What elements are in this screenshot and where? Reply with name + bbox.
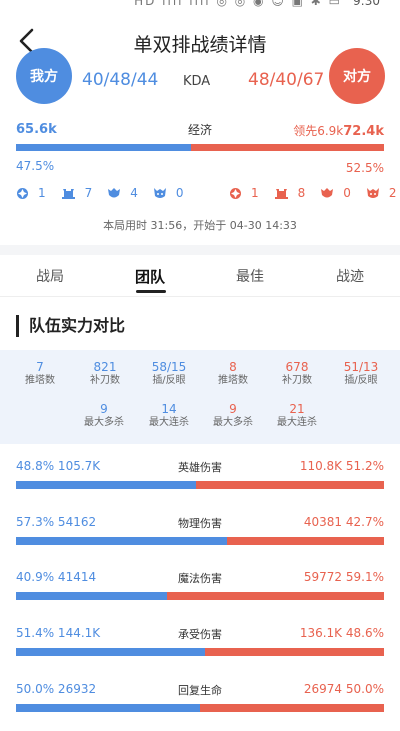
- objective-item: 0: [320, 186, 351, 200]
- our-objectives: 1 7 4 0: [16, 184, 199, 202]
- comparison-theirs: 136.1K 48.6%: [299, 626, 384, 640]
- comparison-bar-ours: [16, 648, 206, 656]
- tab-best[interactable]: 最佳: [200, 266, 300, 286]
- tab-team[interactable]: 团队: [100, 266, 200, 287]
- their-economy-pct: 52.5%: [345, 161, 384, 175]
- their-kda: 48/40/67: [248, 70, 325, 90]
- dragon-icon: [108, 187, 121, 197]
- comparison-bar: [16, 592, 384, 600]
- objective-item: 1: [229, 186, 259, 200]
- tyrant-icon: [17, 187, 28, 199]
- comparison-theirs: 59772 59.1%: [303, 570, 384, 584]
- tab-record[interactable]: 战迹: [300, 266, 400, 286]
- team-stats-grid: 7 推塔数 821 补刀数 58/15 插/反眼 8 推塔数 678 补刀数 51/13 插…: [0, 350, 400, 444]
- their-economy: 领先6.9k72.4k: [293, 122, 384, 139]
- comparison-bar-ours: [16, 592, 167, 600]
- comparison-theirs: 40381 42.7%: [303, 515, 384, 529]
- objective-item: 7: [61, 186, 92, 200]
- match-duration: 本局用时 31:56，开始于 04-30 14:33: [103, 219, 297, 232]
- tower-icon: [274, 188, 288, 199]
- comparison-bar-theirs: [226, 537, 384, 545]
- comparison-bar-theirs: [205, 648, 384, 656]
- economy-bar: [16, 144, 384, 151]
- comparison-bar: [16, 704, 384, 712]
- section-title: 队伍实力对比: [16, 315, 125, 337]
- stat-item: 821 补刀数: [90, 360, 120, 386]
- economy-bar-ours: [16, 144, 191, 151]
- kda-header: 我方 40/48/44 KDA 48/40/67 对方: [0, 48, 400, 104]
- tyrant-icon: [230, 187, 241, 199]
- our-economy: 65.6k: [16, 122, 57, 137]
- stat-item: 14 最大连杀: [149, 402, 189, 428]
- tower-icon: [61, 188, 75, 199]
- comparison-bar: [16, 648, 384, 656]
- active-tab-indicator: [136, 290, 166, 293]
- stat-item: 21 最大连杀: [277, 402, 317, 428]
- comparison-theirs: 110.8K 51.2%: [299, 459, 384, 473]
- stat-item: 9 最大多杀: [213, 402, 253, 428]
- their-economy-value: 72.4k: [343, 124, 384, 139]
- comparison-bar: [16, 481, 384, 489]
- stat-item: 58/15 插/反眼: [151, 360, 187, 386]
- comparison-bar-ours: [16, 704, 200, 712]
- economy-label: 经济: [188, 123, 213, 137]
- comparison-row: 51.4% 144.1K 承受伤害 136.1K 48.6%: [16, 626, 384, 666]
- objective-item: 0: [153, 186, 184, 200]
- status-bar: HD ııll ııll ◎ ◎ ◉ ☺ ▣ ✱ ▭ 9:30: [0, 0, 400, 14]
- objective-item: 2: [366, 186, 397, 200]
- objective-item: 8: [274, 186, 305, 200]
- tab-battle[interactable]: 战局: [0, 266, 100, 286]
- stat-item: 8 推塔数: [218, 360, 248, 386]
- tab-divider: [0, 296, 400, 297]
- stat-item: 7 推塔数: [25, 360, 55, 386]
- stat-item: 51/13 插/反眼: [343, 360, 379, 386]
- kda-label: KDA: [183, 74, 211, 89]
- overlord-icon: [153, 187, 166, 198]
- comparison-row: 50.0% 26932 回复生命 26974 50.0%: [16, 682, 384, 722]
- objective-item: 1: [16, 186, 46, 200]
- status-time: 9:30: [353, 0, 380, 8]
- tab-bar: 战局 团队 最佳 战迹: [0, 256, 400, 296]
- comparison-bar-theirs: [200, 704, 384, 712]
- comparison-row: 57.3% 54162 物理伤害 40381 42.7%: [16, 515, 384, 555]
- economy-lead: 领先6.9k: [293, 124, 344, 138]
- stat-item: 678 补刀数: [282, 360, 312, 386]
- comparison-bar-ours: [16, 537, 227, 545]
- our-economy-pct: 47.5%: [16, 159, 55, 173]
- economy-bar-theirs: [190, 144, 384, 151]
- comparison-bar-theirs: [195, 481, 384, 489]
- section-divider: [0, 245, 400, 255]
- stat-item: 9 最大多杀: [84, 402, 124, 428]
- their-objectives: 1 8 0 2: [229, 184, 400, 202]
- our-kda: 40/48/44: [82, 70, 159, 90]
- comparison-row: 40.9% 41414 魔法伤害 59772 59.1%: [16, 570, 384, 610]
- comparison-bar: [16, 537, 384, 545]
- our-team-badge: 我方: [16, 48, 72, 104]
- objective-item: 4: [107, 186, 138, 200]
- comparison-theirs: 26974 50.0%: [303, 682, 384, 696]
- comparison-bar-ours: [16, 481, 196, 489]
- comparison-row: 48.8% 105.7K 英雄伤害 110.8K 51.2%: [16, 459, 384, 499]
- status-icons: HD ııll ııll ◎ ◎ ◉ ☺ ▣ ✱ ▭: [134, 0, 342, 8]
- overlord-icon: [366, 187, 379, 198]
- dragon-icon: [321, 187, 334, 197]
- comparison-bar-theirs: [166, 592, 384, 600]
- their-team-badge: 对方: [329, 48, 385, 104]
